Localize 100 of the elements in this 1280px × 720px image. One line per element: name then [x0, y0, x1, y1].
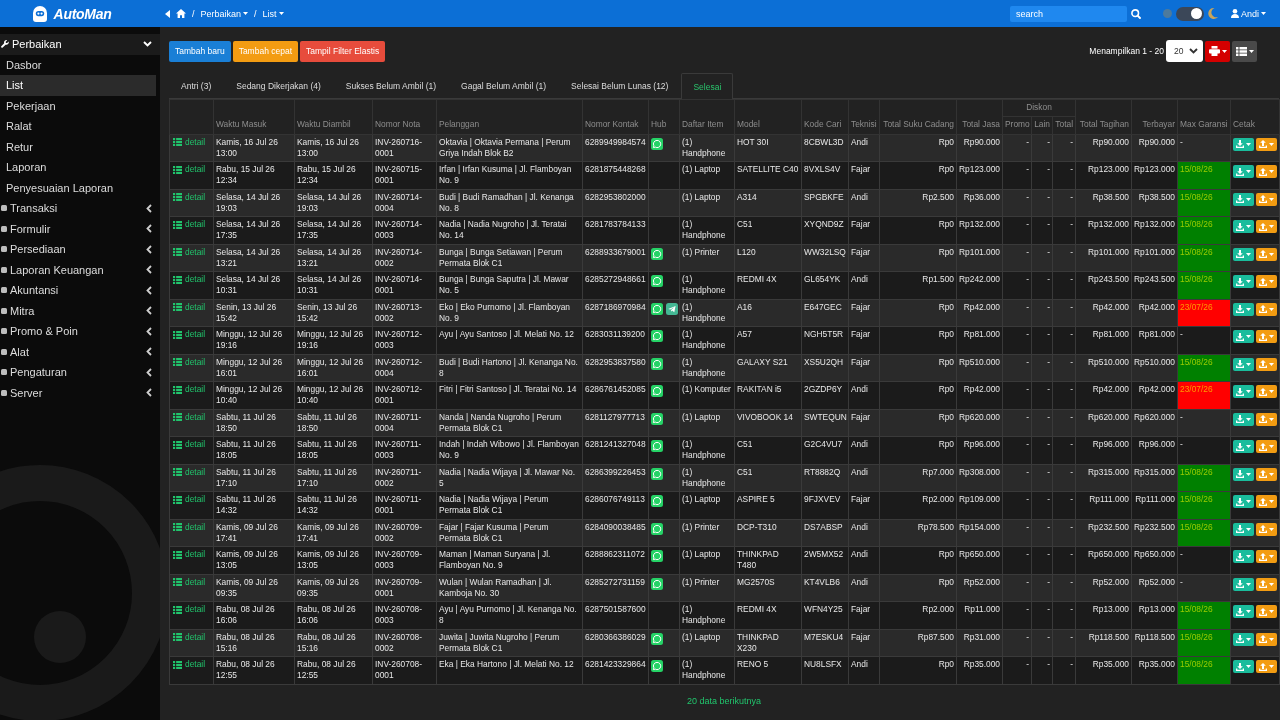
table-cell: Nadia | Nadia Wijaya | Jl. Mawar No. 5	[436, 464, 583, 492]
caret-icon	[1246, 500, 1251, 503]
table-cell: 6285272948661	[582, 271, 649, 299]
column-header: Terbayar	[1131, 99, 1178, 134]
breadcrumb-link[interactable]: List	[262, 8, 284, 19]
table-cell: Fitri | Fitri Santoso | Jl. Teratai No. 14	[436, 381, 583, 409]
bullet-icon	[1, 246, 7, 253]
column-header: Teknisi	[848, 99, 880, 134]
upload-menu-button[interactable]	[1256, 577, 1277, 591]
download-menu-button[interactable]	[1233, 412, 1254, 426]
breadcrumb-separator: /	[254, 8, 257, 19]
download-menu-button[interactable]	[1233, 577, 1254, 591]
download-menu-button[interactable]	[1233, 247, 1254, 261]
sidebar-group[interactable]: Persediaan	[0, 239, 160, 260]
user-menu[interactable]: Andi	[1231, 8, 1266, 19]
upload-icon	[1259, 277, 1267, 286]
caret-icon	[1269, 362, 1274, 366]
toolbar-button[interactable]: Tambah baru	[169, 40, 231, 62]
sidebar-item[interactable]: Penyesuaian Laporan	[0, 177, 156, 198]
sidebar-group[interactable]: Server	[0, 382, 160, 403]
tab[interactable]: Sukses Belum Ambil (1)	[333, 73, 449, 98]
sidebar-item[interactable]: List	[0, 75, 156, 96]
table-cell: Sabtu, 11 Jul 26 14:32	[213, 491, 295, 519]
table-cell: INV-260711-0004	[372, 409, 437, 437]
sidebar-item[interactable]: Ralat	[0, 116, 156, 137]
download-icon	[1236, 167, 1244, 176]
sidebar-item[interactable]: Retur	[0, 136, 156, 157]
download-icon	[1236, 470, 1244, 478]
theme-toggle[interactable]	[1176, 6, 1204, 21]
download-menu-button[interactable]	[1233, 357, 1254, 371]
tab[interactable]: Selesai	[681, 73, 734, 99]
upload-menu-button[interactable]	[1256, 467, 1277, 481]
upload-menu-button[interactable]	[1256, 302, 1277, 316]
upload-icon	[1259, 195, 1267, 203]
table-cell: Selasa, 14 Jul 26 10:31	[213, 271, 295, 299]
sidebar-group[interactable]: Pengaturan	[0, 362, 160, 383]
sidebar-item[interactable]: Pekerjaan	[0, 95, 156, 116]
sidebar-group[interactable]: Perbaikan	[0, 34, 160, 55]
upload-menu-button[interactable]	[1256, 247, 1277, 261]
table-cell: Sabtu, 11 Jul 26 18:05	[294, 436, 373, 464]
upload-menu-button[interactable]	[1256, 357, 1277, 371]
download-menu-button[interactable]	[1233, 467, 1254, 481]
table-cell: Rabu, 08 Jul 26 15:16	[294, 629, 373, 657]
table-cell: Rabu, 08 Jul 26 12:55	[213, 656, 295, 684]
tab[interactable]: Antri (3)	[169, 73, 224, 98]
wrench-icon	[1, 40, 9, 49]
upload-menu-button[interactable]	[1256, 412, 1277, 426]
toolbar-button[interactable]: Tampil Filter Elastis	[300, 40, 386, 62]
caret-icon	[1269, 307, 1274, 311]
download-menu-button[interactable]	[1233, 302, 1254, 316]
list-icon	[173, 303, 182, 312]
caret-icon	[1246, 527, 1251, 531]
sidebar-group[interactable]: Formulir	[0, 218, 160, 239]
upload-icon	[1259, 250, 1267, 258]
bullet-icon	[1, 389, 7, 396]
upload-menu-button[interactable]	[1256, 192, 1277, 206]
table-cell: 6286076749113	[582, 491, 649, 519]
sidebar-group[interactable]: Promo & Poin	[0, 321, 160, 342]
chat-bubble-icon	[651, 440, 663, 452]
column-header: Nomor Kontak	[582, 99, 649, 134]
caret-icon	[1246, 390, 1251, 393]
print-menu-button[interactable]	[1205, 40, 1230, 62]
next-page-link[interactable]: 20 data berikutnya	[686, 695, 762, 706]
table-cell: Nadia | Nadia Wijaya | Perum Permata Blok C1	[436, 491, 583, 519]
download-icon	[1236, 387, 1244, 396]
table-cell: 6288862311072	[582, 546, 649, 574]
download-menu-button[interactable]	[1233, 632, 1254, 646]
download-menu-button[interactable]	[1233, 137, 1254, 151]
search-icon[interactable]	[1131, 8, 1141, 19]
caret-icon	[1246, 335, 1251, 338]
table-cell: INV-260711-0003	[372, 436, 437, 464]
caret-left-icon[interactable]	[165, 9, 170, 18]
tab[interactable]: Gagal Belum Ambil (1)	[449, 73, 559, 98]
tab[interactable]: Selesai Belum Lunas (12)	[559, 73, 681, 98]
tab[interactable]: Sedang Dikerjakan (4)	[224, 73, 333, 98]
table-cell: INV-260708-0002	[372, 629, 437, 657]
sidebar-item[interactable]: Laporan	[0, 157, 156, 178]
table-cell: Rp0	[879, 546, 957, 574]
table-cell: Rp0	[879, 436, 957, 464]
chat-bubble-icon	[651, 357, 663, 370]
upload-menu-button[interactable]	[1256, 137, 1277, 151]
page-size-select[interactable]: 20	[1166, 40, 1203, 62]
sidebar-group[interactable]: Alat	[0, 341, 160, 362]
download-menu-button[interactable]	[1233, 522, 1254, 536]
table-cell: Nanda | Nanda Nugroho | Perum Permata Blok C1	[436, 409, 583, 437]
table-cell: Selasa, 14 Jul 26 19:03	[294, 189, 373, 217]
sidebar-group[interactable]: Mitra	[0, 300, 160, 321]
breadcrumb-link[interactable]: Perbaikan	[200, 8, 249, 19]
sidebar-group[interactable]: Transaksi	[0, 198, 160, 219]
upload-menu-button[interactable]	[1256, 632, 1277, 646]
download-menu-button[interactable]	[1233, 192, 1254, 206]
caret-icon	[1269, 225, 1274, 228]
list-icon	[173, 468, 182, 477]
sidebar-group[interactable]: Akuntansi	[0, 280, 160, 301]
upload-menu-button[interactable]	[1256, 522, 1277, 536]
sidebar-item[interactable]: Dasbor	[0, 54, 156, 75]
search-field[interactable]: search	[1010, 5, 1127, 22]
view-menu-button[interactable]	[1232, 40, 1257, 62]
sidebar-group[interactable]: Laporan Keuangan	[0, 259, 160, 280]
home-icon[interactable]	[176, 9, 186, 18]
